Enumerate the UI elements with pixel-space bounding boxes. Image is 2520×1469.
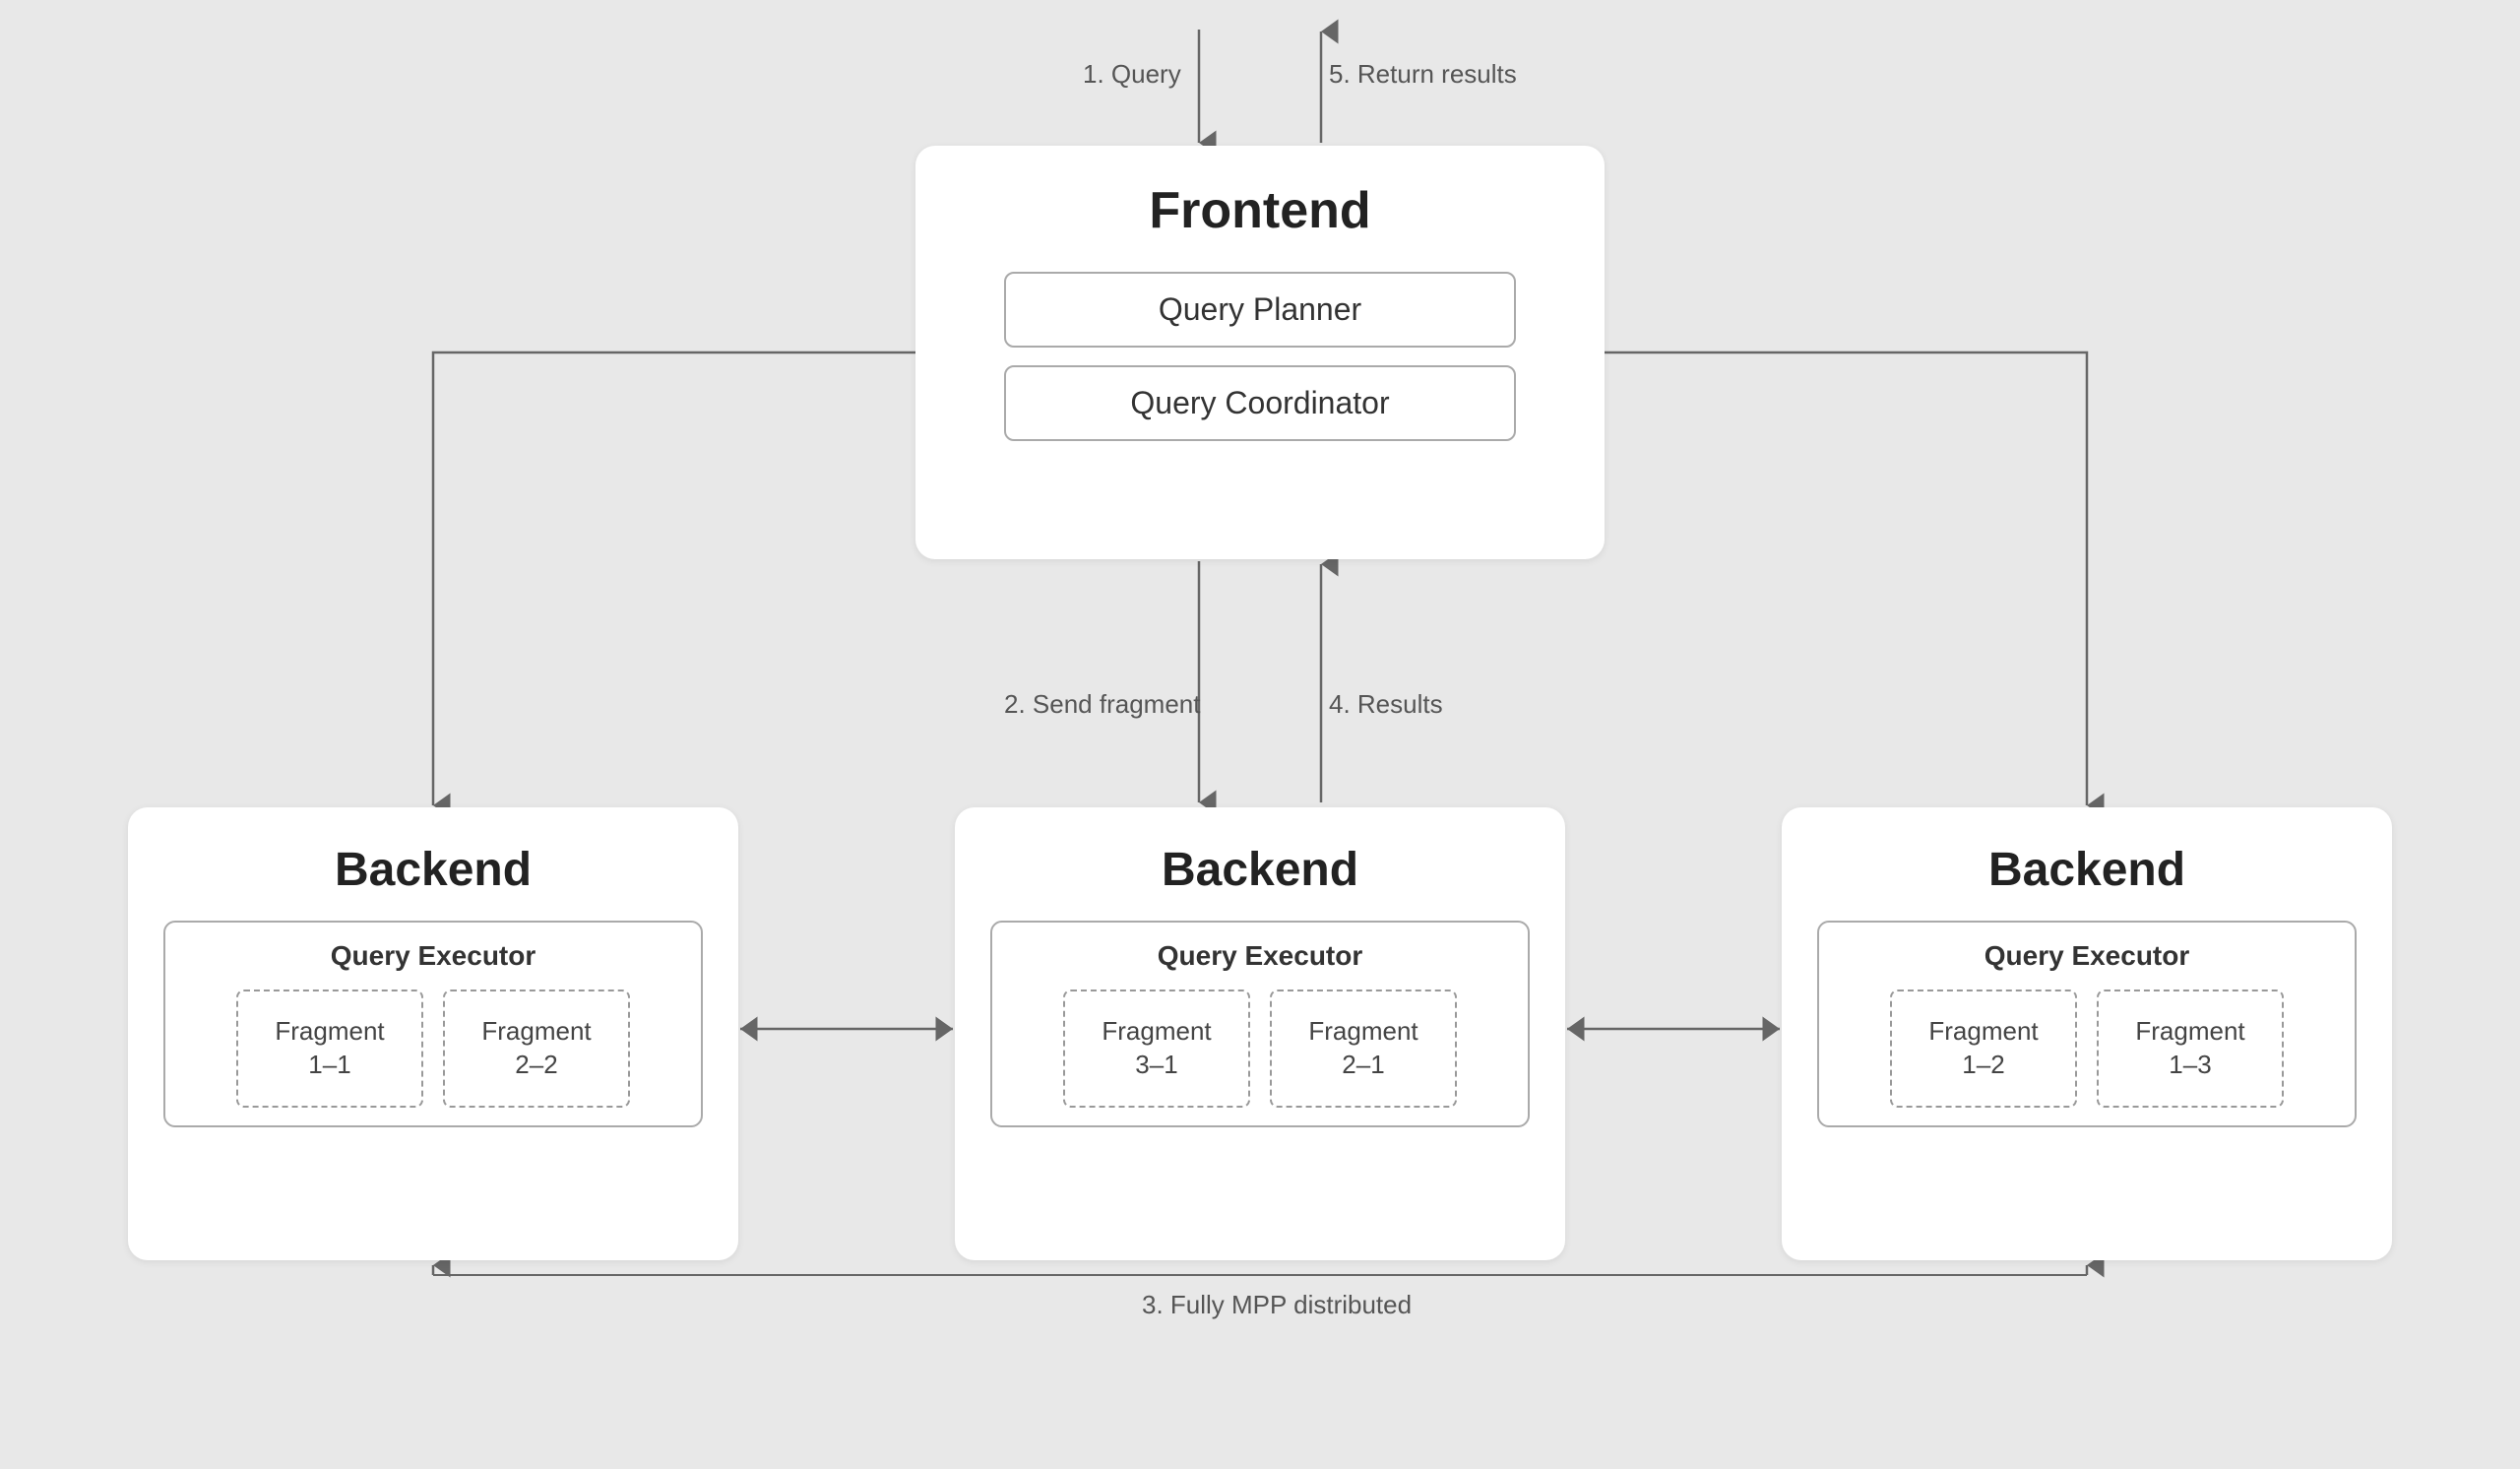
- step3-label: 3. Fully MPP distributed: [1142, 1290, 1412, 1320]
- query-planner-label: Query Planner: [1159, 291, 1361, 327]
- executor-title-center: Query Executor: [1158, 940, 1363, 972]
- step2-label: 2. Send fragment: [1004, 689, 1200, 720]
- backend-box-center: Backend Query Executor Fragment3–1 Fragm…: [955, 807, 1565, 1260]
- query-coordinator-box: Query Coordinator: [1004, 365, 1516, 441]
- step1-label: 1. Query: [1083, 59, 1181, 90]
- backend-title-left: Backend: [335, 843, 532, 897]
- fragment-2-2: Fragment2–2: [443, 990, 630, 1108]
- frontend-box: Frontend Query Planner Query Coordinator: [915, 146, 1605, 559]
- fragment-3-1: Fragment3–1: [1063, 990, 1250, 1108]
- backend-title-right: Backend: [1988, 843, 2185, 897]
- executor-box-left: Query Executor Fragment1–1 Fragment2–2: [163, 921, 703, 1127]
- executor-box-right: Query Executor Fragment1–2 Fragment1–3: [1817, 921, 2357, 1127]
- backend-box-right: Backend Query Executor Fragment1–2 Fragm…: [1782, 807, 2392, 1260]
- diagram-container: 1. Query 5. Return results 2. Send fragm…: [0, 0, 2520, 1469]
- query-coordinator-label: Query Coordinator: [1130, 385, 1389, 420]
- frontend-title: Frontend: [1149, 181, 1370, 240]
- executor-title-left: Query Executor: [331, 940, 536, 972]
- step5-label: 5. Return results: [1329, 59, 1517, 90]
- backend-title-center: Backend: [1162, 843, 1358, 897]
- query-planner-box: Query Planner: [1004, 272, 1516, 348]
- executor-box-center: Query Executor Fragment3–1 Fragment2–1: [990, 921, 1530, 1127]
- fragments-row-left: Fragment1–1 Fragment2–2: [236, 990, 630, 1108]
- fragment-1-2: Fragment1–2: [1890, 990, 2077, 1108]
- backend-box-left: Backend Query Executor Fragment1–1 Fragm…: [128, 807, 738, 1260]
- fragments-row-right: Fragment1–2 Fragment1–3: [1890, 990, 2284, 1108]
- executor-title-right: Query Executor: [1984, 940, 2190, 972]
- fragment-1-1: Fragment1–1: [236, 990, 423, 1108]
- step4-label: 4. Results: [1329, 689, 1443, 720]
- fragments-row-center: Fragment3–1 Fragment2–1: [1063, 990, 1457, 1108]
- fragment-1-3: Fragment1–3: [2097, 990, 2284, 1108]
- fragment-2-1: Fragment2–1: [1270, 990, 1457, 1108]
